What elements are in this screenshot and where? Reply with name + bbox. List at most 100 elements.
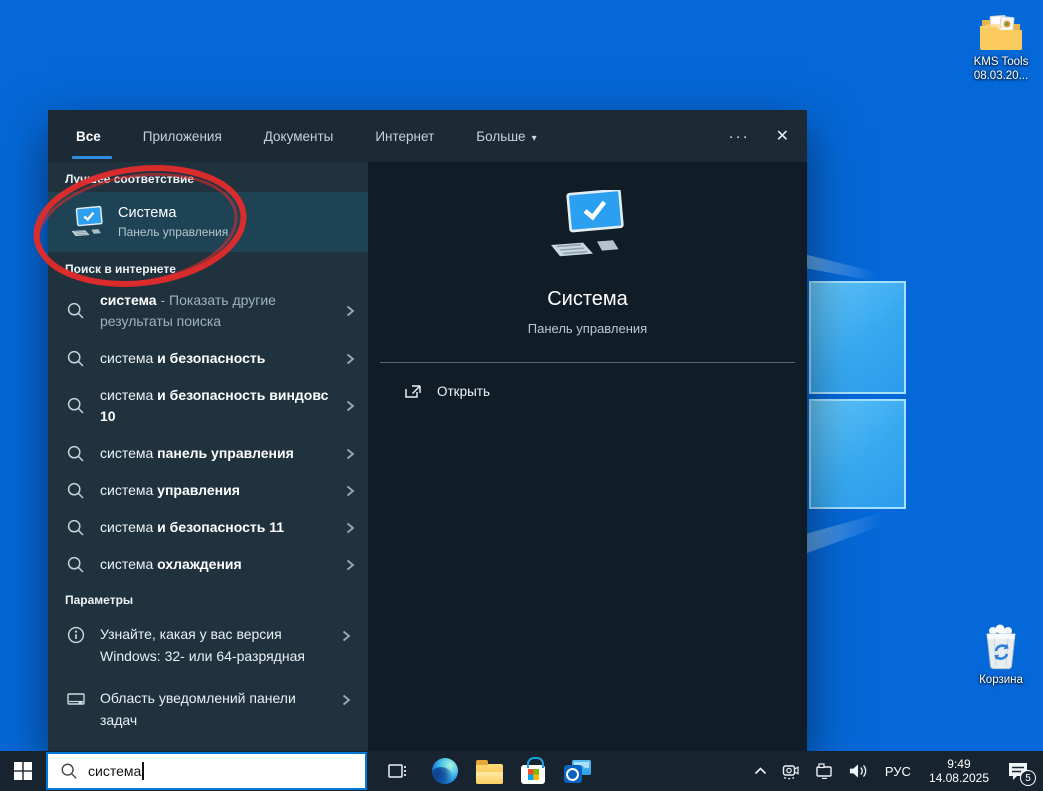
system-check-icon (68, 205, 104, 239)
folder-icon (978, 12, 1024, 52)
suggestion-completion: охлаждения (157, 556, 242, 572)
tab-all[interactable]: Все (74, 125, 103, 148)
notification-count-badge: 5 (1020, 770, 1036, 786)
best-match-result-system[interactable]: Система Панель управления (48, 192, 368, 252)
language-indicator[interactable]: РУС (876, 764, 920, 779)
ethernet-icon (814, 763, 834, 779)
close-icon[interactable]: ✕ (776, 126, 789, 146)
windows-logo-pane (809, 399, 906, 509)
tray-expand-button[interactable] (747, 751, 774, 791)
search-input-value: система (88, 763, 141, 779)
chevron-right-icon[interactable] (342, 484, 358, 498)
open-external-icon (404, 383, 423, 400)
store-icon (521, 765, 545, 784)
clock-date: 14.08.2025 (929, 771, 989, 785)
chevron-right-icon[interactable] (342, 352, 358, 366)
clock[interactable]: 9:49 14.08.2025 (920, 757, 998, 785)
settings-result[interactable]: Укажите, должна ли система (48, 741, 368, 751)
search-suggestion[interactable]: система и безопасность 11 (48, 509, 368, 546)
options-ellipsis-button[interactable]: ··· (729, 128, 750, 145)
desktop-icon-label: KMS Tools 08.03.20... (963, 55, 1039, 83)
camera-icon (781, 763, 800, 780)
suggestion-typed: система (100, 556, 157, 572)
chevron-right-icon[interactable] (342, 521, 358, 535)
suggestion-typed: система (100, 482, 157, 498)
suggestion-completion: и безопасность 11 (157, 519, 284, 535)
outlook-button[interactable] (555, 751, 599, 791)
settings-result[interactable]: Узнайте, какая у вас версия Windows: 32-… (48, 613, 368, 677)
edge-icon (432, 758, 458, 784)
desktop-icon-recycle-bin[interactable]: Корзина (963, 624, 1039, 687)
search-suggestion[interactable]: система и безопасность (48, 340, 368, 377)
suggestion-typed: система (100, 350, 157, 366)
suggestion-typed: система (100, 292, 157, 308)
chevron-right-icon[interactable] (338, 629, 354, 643)
recycle-bin-icon (979, 624, 1023, 670)
windows-logo-pane (809, 281, 906, 394)
suggestion-typed: система (100, 519, 157, 535)
search-results-panel: Все Приложения Документы Интернет Больше… (48, 110, 807, 751)
search-icon (65, 518, 87, 538)
speaker-icon (848, 763, 869, 779)
meet-now-button[interactable] (774, 751, 807, 791)
clock-time: 9:49 (929, 757, 989, 771)
search-suggestion[interactable]: система панель управления (48, 435, 368, 472)
file-explorer-button[interactable] (467, 751, 511, 791)
preview-title: Система (547, 288, 628, 311)
search-results-list: Лучшее соответствие Система Панель управ… (48, 162, 368, 751)
open-action[interactable]: Открыть (404, 383, 490, 400)
info-icon (65, 625, 87, 645)
file-explorer-icon (476, 764, 503, 784)
chevron-right-icon[interactable] (342, 558, 358, 572)
volume-button[interactable] (841, 751, 876, 791)
suggestion-completion: управления (157, 482, 240, 498)
microsoft-store-button[interactable] (511, 751, 555, 791)
tab-web[interactable]: Интернет (373, 125, 436, 148)
chevron-up-icon (754, 767, 767, 775)
text-cursor (142, 762, 144, 780)
start-button[interactable] (0, 751, 46, 791)
tab-more[interactable]: Больше ▾ (474, 125, 538, 148)
tab-more-label: Больше (476, 129, 525, 144)
search-icon (65, 396, 87, 416)
section-settings: Параметры (48, 583, 368, 613)
suggestion-typed: система (100, 387, 157, 403)
search-suggestion[interactable]: система охлаждения (48, 546, 368, 583)
taskbar-search-input[interactable]: система (46, 752, 367, 790)
settings-result-label: Область уведомлений панели задач (100, 687, 338, 731)
settings-result-label: Узнайте, какая у вас версия Windows: 32-… (100, 623, 338, 667)
search-icon (65, 301, 87, 321)
divider (380, 362, 795, 363)
search-icon (65, 555, 87, 575)
chevron-down-icon: ▾ (532, 133, 537, 144)
action-center-button[interactable]: 5 (998, 751, 1043, 791)
best-match-title: Система (118, 205, 228, 221)
search-suggestion[interactable]: система управления (48, 472, 368, 509)
tab-apps[interactable]: Приложения (141, 125, 224, 148)
search-icon (65, 481, 87, 501)
task-view-button[interactable] (375, 751, 419, 791)
network-button[interactable] (807, 751, 841, 791)
suggestion-completion: и безопасность (157, 350, 265, 366)
taskbar-area-icon (65, 689, 87, 709)
chevron-right-icon[interactable] (342, 447, 358, 461)
task-view-icon (387, 762, 407, 780)
search-suggestion[interactable]: система и безопасность виндовс 10 (48, 377, 368, 435)
settings-result[interactable]: Область уведомлений панели задач (48, 677, 368, 741)
desktop-icon-kms-tools[interactable]: KMS Tools 08.03.20... (963, 12, 1039, 83)
search-icon (65, 444, 87, 464)
system-tray: РУС 9:49 14.08.2025 5 (747, 751, 1043, 791)
chevron-right-icon[interactable] (342, 304, 358, 318)
search-icon (65, 349, 87, 369)
chevron-right-icon[interactable] (342, 399, 358, 413)
windows-logo-icon (14, 762, 32, 780)
desktop-icon-label: Корзина (963, 673, 1039, 687)
chevron-right-icon[interactable] (338, 693, 354, 707)
result-preview-pane: Система Панель управления Открыть (368, 162, 807, 751)
preview-subtitle: Панель управления (528, 321, 647, 336)
search-suggestion[interactable]: система - Показать другие результаты пои… (48, 282, 368, 340)
suggestion-typed: система (100, 445, 157, 461)
search-filter-tabs: Все Приложения Документы Интернет Больше… (48, 110, 807, 162)
tab-documents[interactable]: Документы (262, 125, 336, 148)
edge-button[interactable] (423, 751, 467, 791)
